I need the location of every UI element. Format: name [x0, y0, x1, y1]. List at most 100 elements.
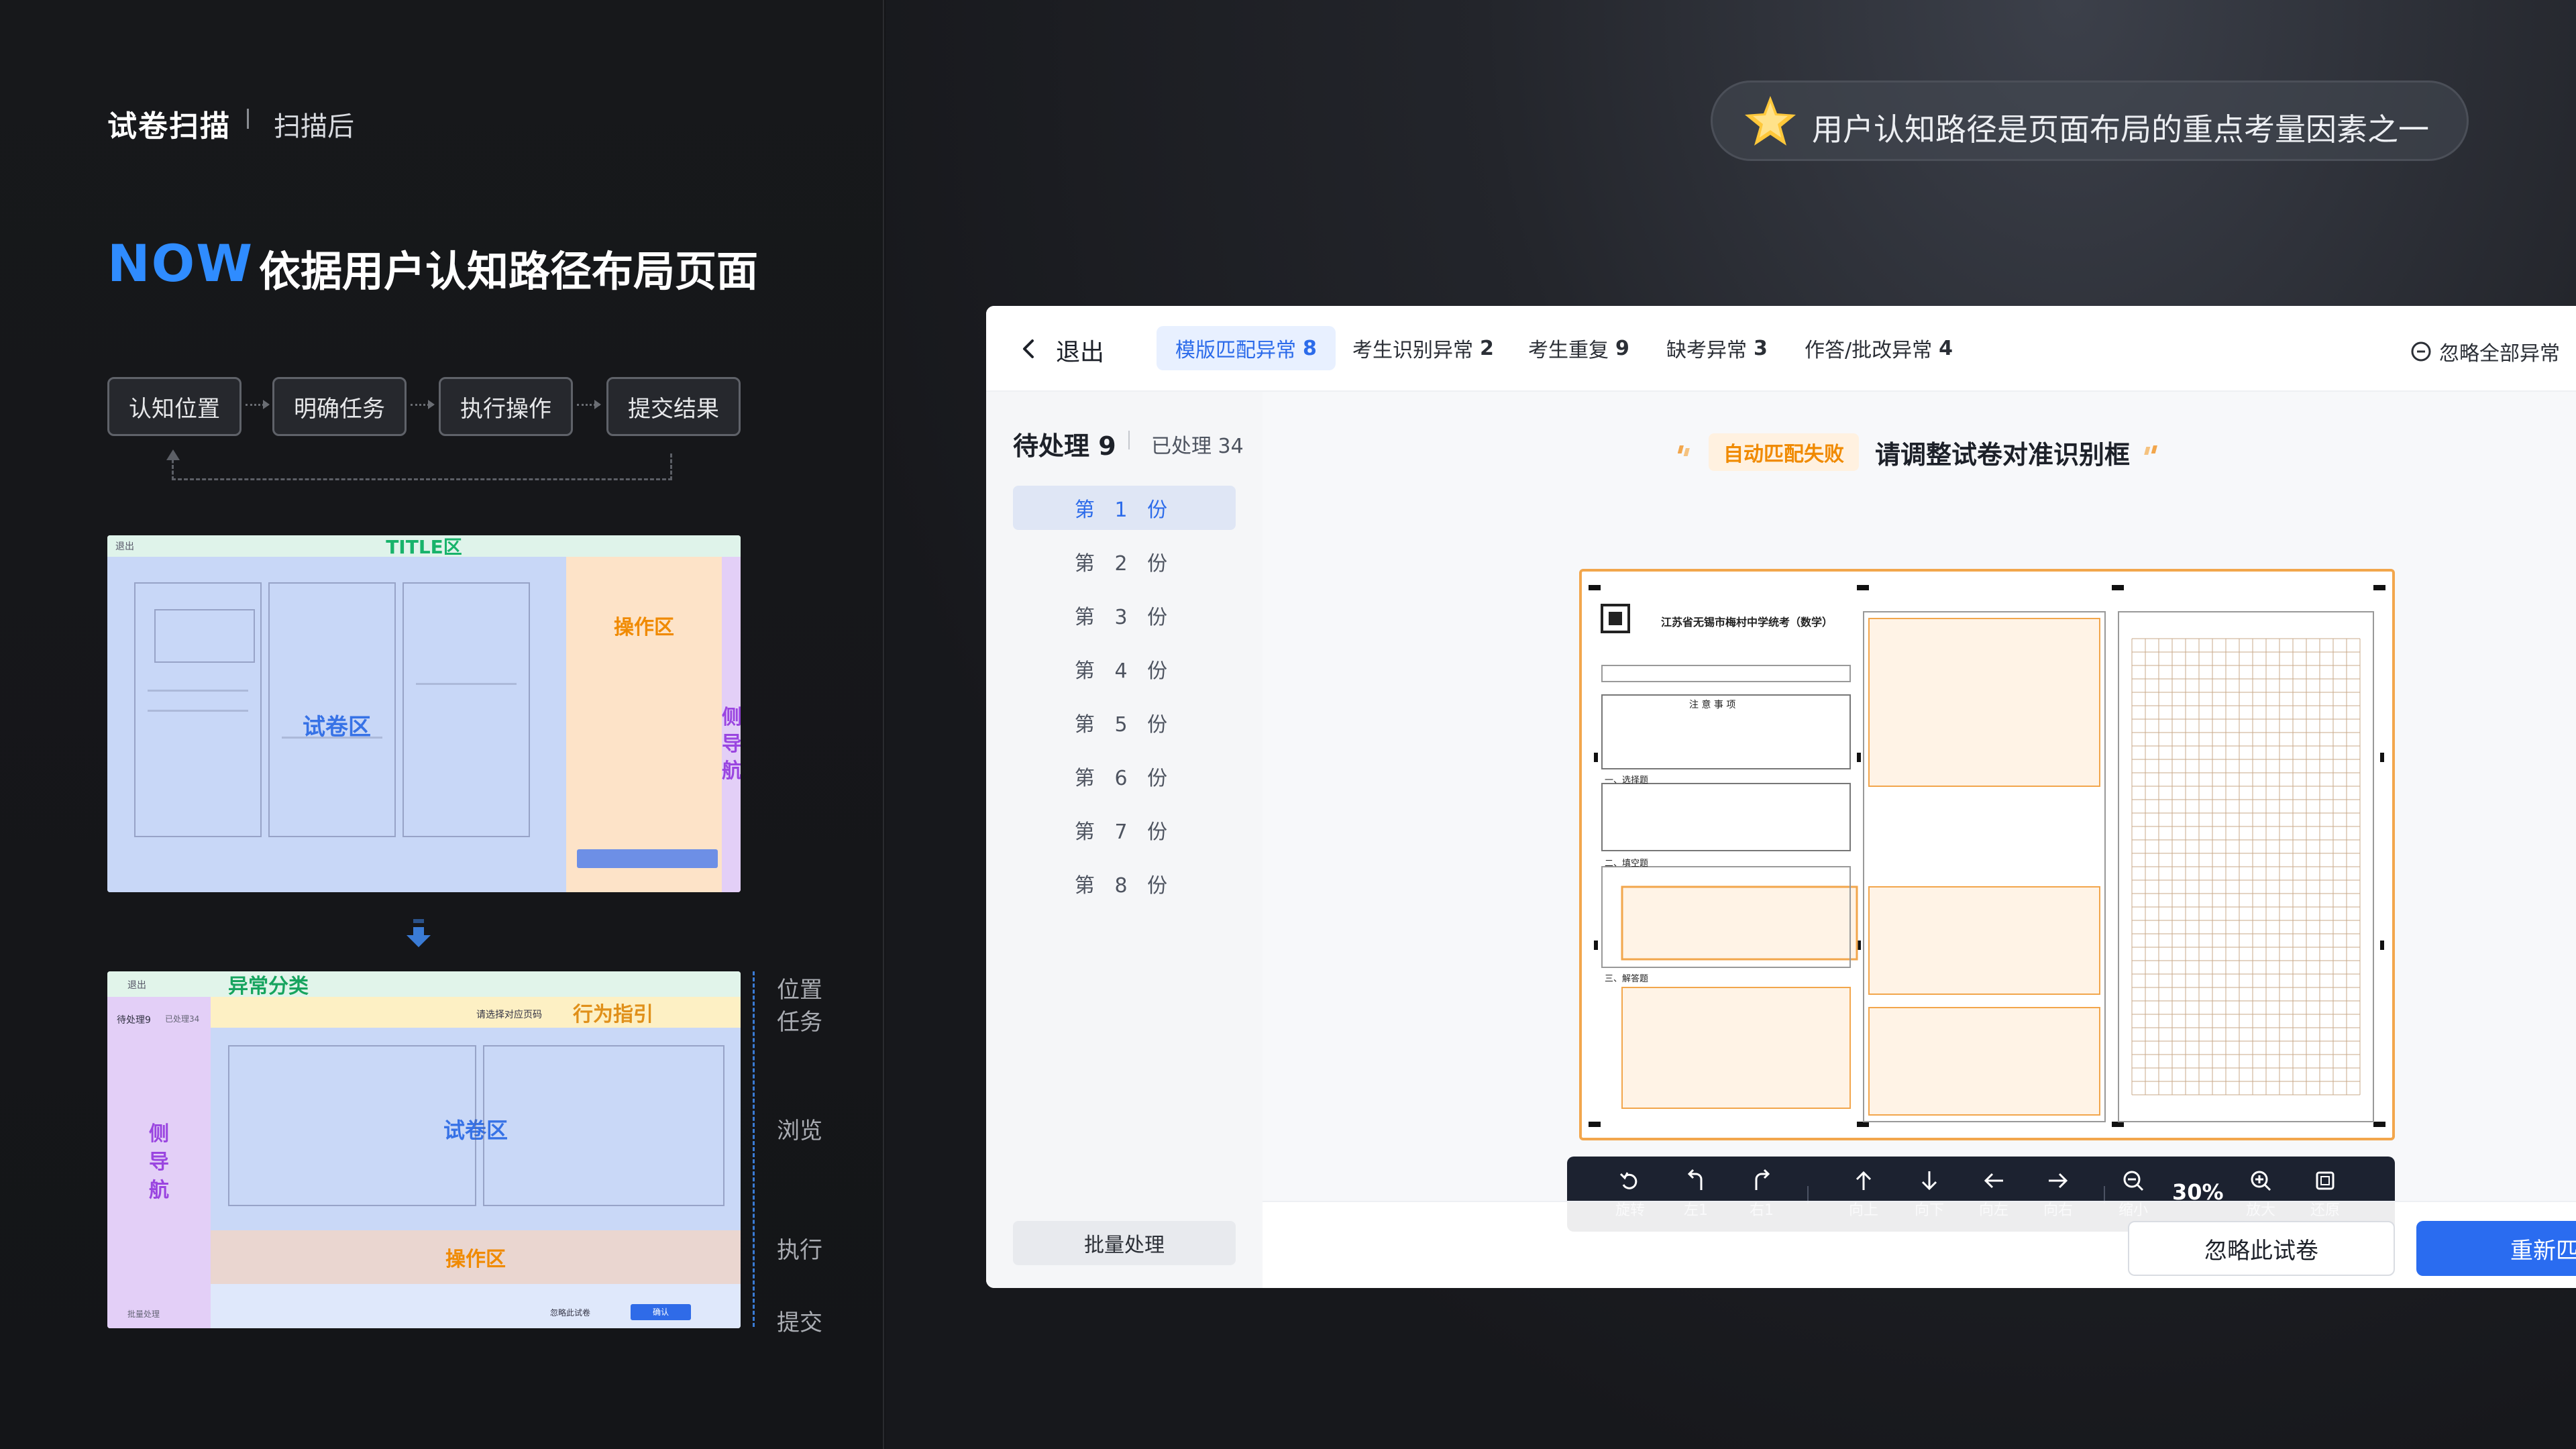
- tab-template-match[interactable]: 模版匹配异常 8: [1157, 326, 1336, 370]
- side-nav-label: 侧导航: [722, 706, 741, 783]
- thumb-ignore: 忽略此试卷: [550, 1308, 591, 1318]
- zoom-in-icon: [2251, 1171, 2271, 1191]
- loop-connector: [172, 453, 672, 480]
- guide-zone-label: 行为指引: [573, 1003, 653, 1026]
- sidebar-item-copy-2[interactable]: 第 2 份: [1013, 539, 1236, 584]
- step-connector: [577, 400, 601, 409]
- minus-circle-icon: [2411, 341, 2431, 362]
- title-divider: [247, 109, 249, 129]
- rotate-right-icon: [1755, 1169, 1770, 1190]
- guide-zone: 行为指引: [211, 997, 741, 1028]
- sheet-notice: 注 意 事 项: [1689, 700, 1736, 710]
- ignore-paper-button[interactable]: 忽略此试卷: [2128, 1221, 2395, 1276]
- sidebar-item-copy-4[interactable]: 第 4 份: [1013, 647, 1236, 691]
- rotate-icon: [1619, 1172, 1638, 1189]
- tab-count: 3: [1754, 336, 1768, 360]
- pending-count: 待处理 9: [1013, 431, 1116, 461]
- tab-label: 模版匹配异常: [1175, 339, 1296, 362]
- tab-count: 9: [1615, 336, 1629, 360]
- bottom-action-bar: 忽略此试卷 重新匹配: [1263, 1201, 2576, 1288]
- warning-text: 请调整试卷对准识别框: [1874, 439, 2130, 470]
- step-recognize: 认知位置: [107, 377, 241, 436]
- label-execute: 执行: [777, 1237, 822, 1264]
- thumb-back: 退出: [115, 541, 134, 552]
- sidebar-item-copy-5[interactable]: 第 5 份: [1013, 700, 1236, 745]
- tip-text: 用户认知路径是页面布局的重点考量因素之一: [1812, 111, 2429, 148]
- step-connector: [246, 400, 270, 409]
- sheet-section-3: 三、解答题: [1605, 974, 1649, 984]
- sidebar-item-copy-7[interactable]: 第 7 份: [1013, 808, 1236, 852]
- thumb-sheet-col: [402, 582, 530, 837]
- sidebar-item-copy-6[interactable]: 第 6 份: [1013, 754, 1236, 798]
- thumb-confirm: [577, 849, 718, 868]
- content-area: 自动匹配失败 请调整试卷对准识别框 江苏省无锡市梅村中学统考（数学） 注 意 事…: [1263, 392, 2576, 1288]
- quote-right-icon: [2144, 445, 2157, 455]
- sidebar-item-copy-3[interactable]: 第 3 份: [1013, 593, 1236, 637]
- operation-zone: 操作区: [566, 557, 722, 892]
- thumb-batch: 批量处理: [127, 1309, 160, 1319]
- step-connector: [411, 400, 435, 409]
- label-browse: 浏览: [777, 1118, 822, 1144]
- tab-label: 缺考异常: [1666, 339, 1747, 362]
- title-zone: TITLE区: [107, 535, 741, 558]
- sheet-title: 江苏省无锡市梅村中学统考（数学）: [1661, 616, 1833, 629]
- sidebar-item-copy-8[interactable]: 第 8 份: [1013, 861, 1236, 906]
- tab-label: 作答/批改异常: [1805, 339, 1933, 362]
- ignore-all-button[interactable]: 忽略全部异常: [2410, 337, 2560, 366]
- tab-count: 2: [1480, 336, 1494, 360]
- thumb-sheet: [228, 1045, 476, 1206]
- copy-sidebar: 待处理 9 已处理 34 第 1 份 第 2 份 第 3 份 第 4 份 第 5…: [986, 392, 1263, 1288]
- thumb-line: [148, 710, 248, 712]
- chevron-left-icon[interactable]: [1016, 335, 1042, 362]
- step-task: 明确任务: [272, 377, 407, 436]
- thumb-box: [154, 609, 255, 663]
- rematch-button[interactable]: 重新匹配: [2416, 1221, 2576, 1276]
- now-label: NOW: [107, 233, 254, 293]
- thumb-pending: 待处理9: [117, 1015, 151, 1026]
- thumb-confirm: 确认: [631, 1304, 691, 1320]
- exit-button[interactable]: 退出: [1056, 333, 1104, 368]
- tab-duplicate[interactable]: 考生重复 9: [1509, 326, 1648, 370]
- thumb-line: [148, 690, 248, 692]
- thumb-sheet-col: [268, 582, 396, 837]
- zoom-out-icon: [2123, 1171, 2144, 1191]
- layout-after-thumbnail: 异常分类 退出 侧导航 待处理9 已处理34 批量处理 行为指引 请选择对应页码…: [107, 971, 741, 1328]
- left-panel: 试卷扫描 扫描后 NOW 依据用户认知路径布局页面 认知位置 明确任务 执行操作…: [0, 0, 884, 1449]
- thumb-guide-text: 请选择对应页码: [476, 1010, 542, 1020]
- flow-timeline: [753, 971, 755, 1327]
- side-nav-zone: 侧导航: [107, 997, 211, 1328]
- sidebar-item-copy-1[interactable]: 第 1 份: [1013, 486, 1236, 530]
- step-operate: 执行操作: [439, 377, 573, 436]
- tip-pill: 用户认知路径是页面布局的重点考量因素之一: [1711, 80, 2469, 161]
- app-window: 退出 模版匹配异常 8 考生识别异常 2 考生重复 9 缺考异常 3 作答/批改异常 4 …: [986, 306, 2576, 1288]
- sheet-section-2: 二、填空题: [1605, 859, 1649, 869]
- thumb-done: 已处理34: [165, 1014, 200, 1024]
- operation-zone-label: 操作区: [614, 616, 674, 639]
- star-icon: [1745, 96, 1796, 146]
- tab-label: 考生识别异常: [1352, 339, 1473, 362]
- arrow-right-icon: [2049, 1173, 2068, 1189]
- top-bar: 退出 模版匹配异常 8 考生识别异常 2 考生重复 9 缺考异常 3 作答/批改异常 4 …: [986, 306, 2576, 392]
- side-nav-zone: 侧导航: [722, 557, 741, 892]
- operation-zone-label: 操作区: [445, 1248, 506, 1271]
- warning-tag: 自动匹配失败: [1708, 433, 1859, 471]
- quote-left-icon: [1677, 445, 1690, 456]
- arrow-down-icon: [1921, 1171, 1937, 1191]
- tab-answer-grading[interactable]: 作答/批改异常 4: [1786, 326, 1972, 370]
- sidebar-divider: [1128, 431, 1130, 449]
- warning-banner: 自动匹配失败 请调整试卷对准识别框: [1263, 432, 2576, 472]
- answer-sheet-preview[interactable]: 江苏省无锡市梅村中学统考（数学） 注 意 事 项 一、选择题 二、填空题 三、解…: [1579, 569, 2395, 1140]
- tab-count: 8: [1303, 336, 1317, 360]
- batch-process-button[interactable]: 批量处理: [1013, 1221, 1236, 1265]
- reset-icon: [2316, 1171, 2334, 1190]
- tab-student-id[interactable]: 考生识别异常 2: [1334, 326, 1513, 370]
- step-submit: 提交结果: [606, 377, 741, 436]
- section-subtitle: 扫描后: [274, 111, 354, 142]
- tab-absent[interactable]: 缺考异常 3: [1648, 326, 1786, 370]
- label-submit: 提交: [777, 1309, 822, 1336]
- processed-count[interactable]: 已处理 34: [1151, 429, 1244, 459]
- loop-arrow-icon: [166, 449, 180, 460]
- arrow-left-icon: [1984, 1173, 2003, 1189]
- thumb-line: [416, 683, 517, 685]
- rotate-left-icon: [1687, 1169, 1703, 1190]
